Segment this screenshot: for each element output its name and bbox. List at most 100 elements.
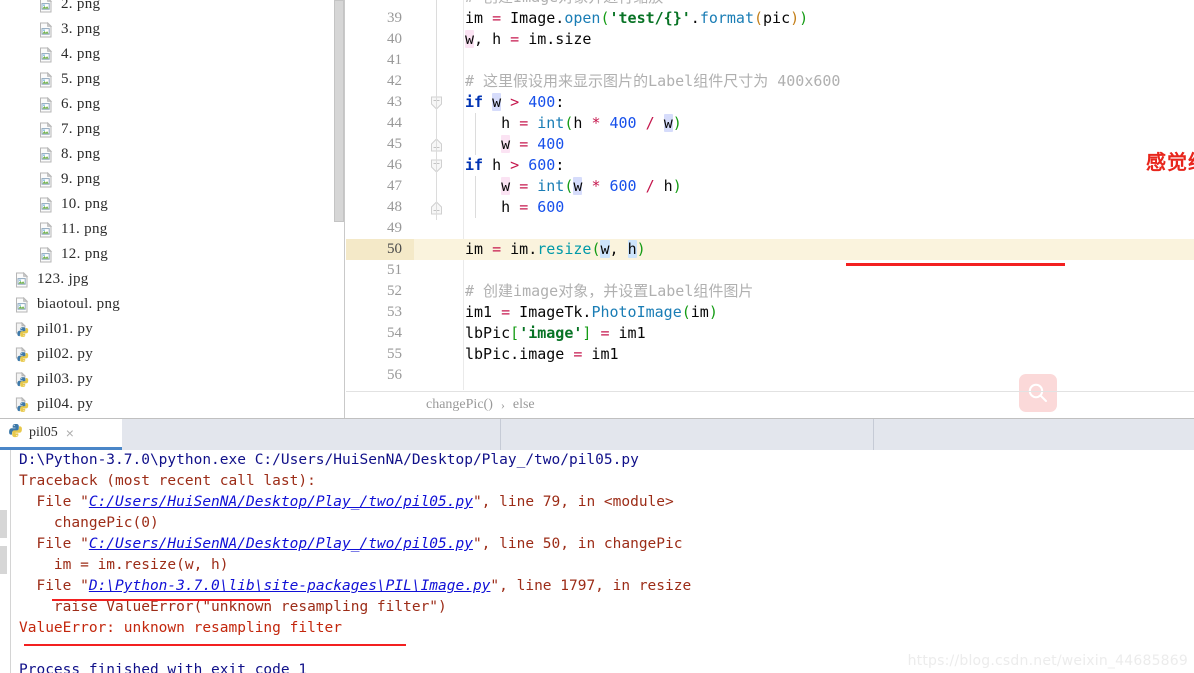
file-tree-item-label: 7. png: [61, 121, 100, 138]
code-line[interactable]: im = Image.open('test/{}'.format(pic)): [465, 8, 1194, 29]
file-tree-item[interactable]: 12. png: [38, 242, 108, 267]
line-number: 43: [346, 92, 402, 113]
close-icon[interactable]: ×: [66, 425, 74, 441]
file-tree-item-label: 5. png: [61, 71, 100, 88]
watermark: https://blog.csdn.net/weixin_44685869: [908, 653, 1188, 669]
file-tree-item[interactable]: 123. jpg: [14, 267, 89, 292]
file-tree-item-label: 8. png: [61, 146, 100, 163]
image-file-icon: [38, 47, 54, 63]
console-output-line: im = im.resize(w, h): [19, 555, 229, 576]
file-tree-item[interactable]: 8. png: [38, 142, 100, 167]
pycharm-window: 2. png 3. png 4. png 5. png 6. png 7. png 8. p…: [0, 0, 1194, 673]
file-tree-item[interactable]: 3. png: [38, 17, 100, 42]
file-tree-item-label: biaotoul. png: [37, 296, 120, 313]
code-line[interactable]: h = 600: [465, 197, 1194, 218]
file-tree-item[interactable]: 2. png: [38, 0, 100, 17]
line-number: 56: [346, 365, 402, 386]
image-file-icon: [38, 222, 54, 238]
indent-guide: [475, 113, 476, 155]
file-tree-item[interactable]: pil02. py: [14, 342, 93, 367]
code-line[interactable]: im1 = ImageTk.PhotoImage(im): [465, 302, 1194, 323]
file-tree-item-label: 10. png: [61, 196, 108, 213]
code-line[interactable]: # 创建Image对象并进行缩放: [465, 0, 1194, 8]
project-tree-scrollbar[interactable]: [333, 0, 345, 418]
editor-code-area[interactable]: # 创建Image对象并进行缩放im = Image.open('test/{}…: [465, 0, 1194, 390]
image-file-icon: [38, 147, 54, 163]
code-line[interactable]: h = int(h * 400 / w): [465, 113, 1194, 134]
line-number: 48: [346, 197, 402, 218]
console-output-line: D:\Python-3.7.0\python.exe C:/Users/HuiS…: [19, 450, 639, 471]
code-line[interactable]: w = int(w * 600 / h): [465, 176, 1194, 197]
line-number: 53: [346, 302, 402, 323]
python-file-icon: [14, 397, 30, 413]
file-tree-item-label: 12. png: [61, 246, 108, 263]
image-file-icon: [38, 172, 54, 188]
file-tree-item-label: pil01. py: [37, 321, 93, 338]
file-tree-item[interactable]: biaotoul. png: [14, 292, 120, 317]
traceback-file-link[interactable]: C:/Users/HuiSenNA/Desktop/Play_/two/pil0…: [89, 536, 473, 552]
breadcrumb-function[interactable]: changePic(): [426, 397, 493, 413]
image-file-icon: [38, 22, 54, 38]
file-tree-item[interactable]: 11. png: [38, 217, 108, 242]
traceback-file-link[interactable]: C:/Users/HuiSenNA/Desktop/Play_/two/pil0…: [89, 494, 473, 510]
code-line[interactable]: lbPic['image'] = im1: [465, 323, 1194, 344]
console-output-line[interactable]: File "C:/Users/HuiSenNA/Desktop/Play_/tw…: [19, 492, 674, 513]
python-file-icon: [14, 322, 30, 338]
editor-fold-gutter[interactable]: [414, 0, 464, 390]
line-number: 54: [346, 323, 402, 344]
chevron-right-icon: ›: [501, 398, 505, 413]
traceback-file-link[interactable]: D:\Python-3.7.0\lib\site-packages\PIL\Im…: [89, 578, 491, 594]
file-tree-item[interactable]: 10. png: [38, 192, 108, 217]
file-tree-item-label: 4. png: [61, 46, 100, 63]
code-line[interactable]: # 这里假设用来显示图片的Label组件尺寸为 400x600: [465, 71, 1194, 92]
code-line[interactable]: if h > 600:: [465, 155, 1194, 176]
file-tree-item[interactable]: 4. png: [38, 42, 100, 67]
line-number: 47: [346, 176, 402, 197]
python-file-icon: [14, 372, 30, 388]
file-tree-item[interactable]: 7. png: [38, 117, 100, 142]
breadcrumb[interactable]: changePic() › else: [346, 391, 1194, 418]
file-tree-item[interactable]: 6. png: [38, 92, 100, 117]
file-tree-item[interactable]: 9. png: [38, 167, 100, 192]
line-number: 50: [346, 239, 402, 260]
gutter-mark: [0, 546, 7, 574]
run-console-panel: pil05 × D:\Python-3.7.0\python.exe C:/Us…: [0, 418, 1194, 673]
code-line[interactable]: w, h = im.size: [465, 29, 1194, 50]
image-file-icon: [14, 272, 30, 288]
file-tree-item[interactable]: pil01. py: [14, 317, 93, 342]
red-underline-annotation: [846, 263, 1065, 266]
gutter-mark: [0, 510, 7, 538]
image-file-icon: [38, 0, 54, 13]
code-editor[interactable]: 394041424344454647484950515253545556 # 创…: [346, 0, 1194, 418]
console-gutter: [0, 450, 11, 673]
console-output-line[interactable]: File "D:\Python-3.7.0\lib\site-packages\…: [19, 576, 691, 597]
line-number: 42: [346, 71, 402, 92]
image-file-icon: [38, 122, 54, 138]
file-tree-item[interactable]: pil04. py: [14, 392, 93, 417]
console-output-line: Traceback (most recent call last):: [19, 471, 316, 492]
tab-divider: [500, 419, 501, 450]
file-tree-item-label: pil02. py: [37, 346, 93, 363]
breadcrumb-node[interactable]: else: [513, 397, 535, 413]
red-underline-annotation: [52, 599, 270, 601]
console-output[interactable]: D:\Python-3.7.0\python.exe C:/Users/HuiS…: [0, 450, 1194, 673]
code-line[interactable]: if w > 400:: [465, 92, 1194, 113]
tab-divider: [873, 419, 874, 450]
file-tree-item[interactable]: 5. png: [38, 67, 100, 92]
code-line[interactable]: # 创建image对象，并设置Label组件图片: [465, 281, 1194, 302]
console-output-line: Process finished with exit code 1: [19, 660, 307, 673]
scrollbar-thumb[interactable]: [334, 0, 344, 222]
code-line[interactable]: lbPic.image = im1: [465, 344, 1194, 365]
code-line[interactable]: w = 400: [465, 134, 1194, 155]
code-line[interactable]: im = im.resize(w, h): [465, 239, 1194, 260]
console-output-line[interactable]: File "C:/Users/HuiSenNA/Desktop/Play_/tw…: [19, 534, 682, 555]
image-file-icon: [38, 97, 54, 113]
file-tree-item-label: 3. png: [61, 21, 100, 38]
line-number: 40: [346, 29, 402, 50]
file-tree-item[interactable]: pil03. py: [14, 367, 93, 392]
line-number: 49: [346, 218, 402, 239]
console-tab-pil05[interactable]: pil05 ×: [0, 419, 122, 450]
file-tree-item-label: 11. png: [61, 221, 108, 238]
image-file-icon: [38, 72, 54, 88]
project-file-tree[interactable]: 2. png 3. png 4. png 5. png 6. png 7. png 8. p…: [0, 0, 333, 418]
